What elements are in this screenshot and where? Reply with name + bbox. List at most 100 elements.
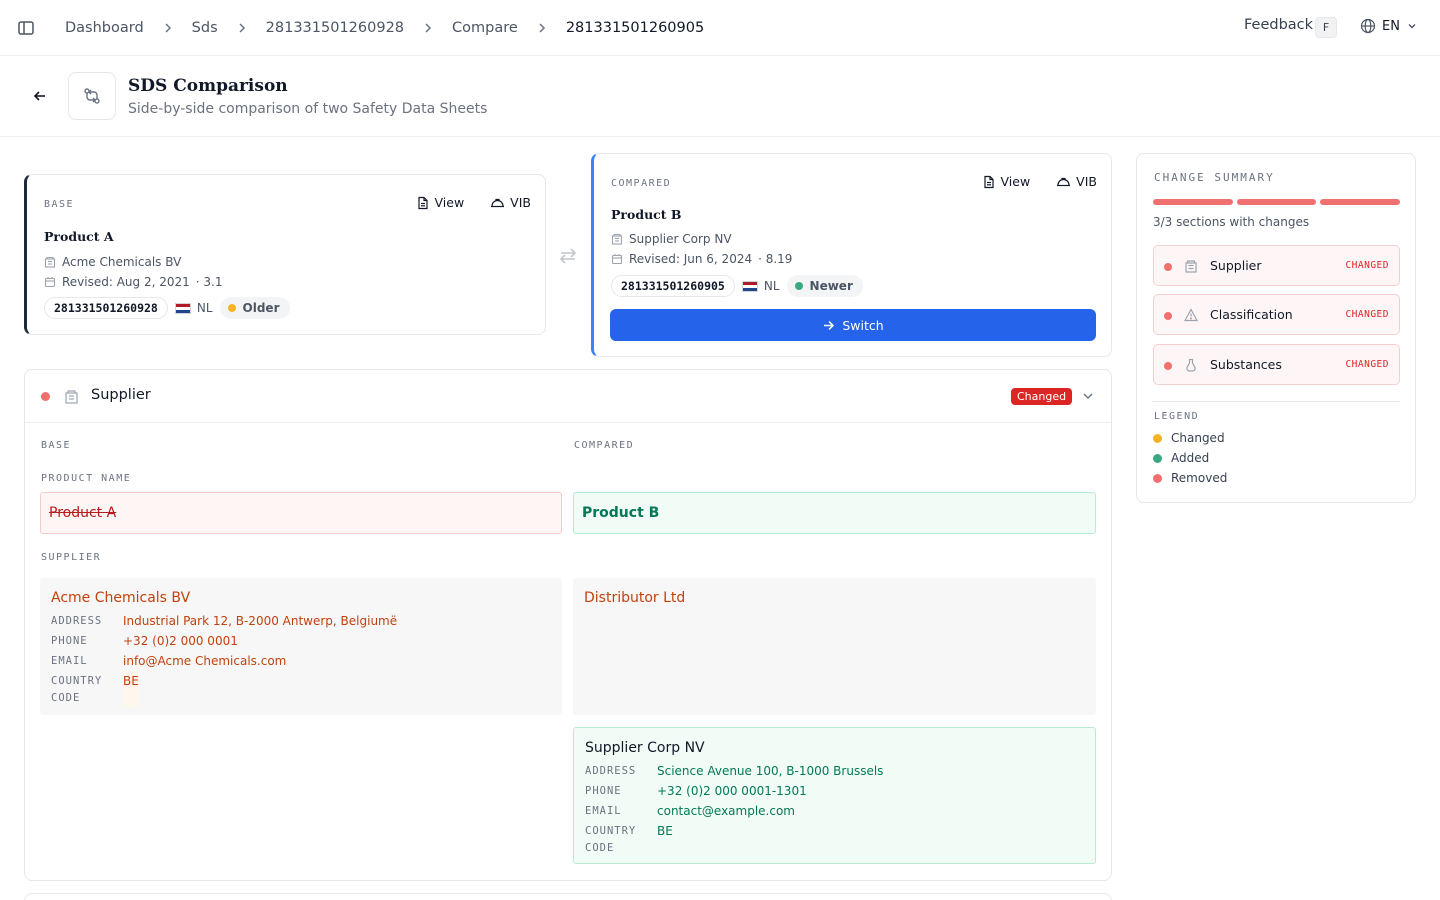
status-dot bbox=[227, 304, 236, 312]
compared-view-label: View bbox=[1000, 174, 1031, 189]
chevron-down-icon[interactable] bbox=[1081, 389, 1095, 403]
compared-supplier: Supplier Corp NV bbox=[629, 232, 732, 246]
building-icon bbox=[65, 390, 78, 404]
breadcrumb-compare[interactable]: Compare bbox=[452, 20, 518, 36]
globe-icon bbox=[1360, 18, 1376, 34]
page-subtitle: Side-by-side comparison of two Safety Da… bbox=[128, 101, 488, 117]
summary-item-badge: CHANGED bbox=[1345, 359, 1389, 370]
status-dot bbox=[794, 282, 803, 290]
base-label: BASE bbox=[44, 199, 75, 210]
base-sds-id: 281331501260928 bbox=[44, 297, 168, 319]
breadcrumb-sds[interactable]: Sds bbox=[192, 20, 218, 36]
compared-sds-id: 281331501260905 bbox=[611, 275, 735, 297]
breadcrumb-dashboard[interactable]: Dashboard bbox=[65, 20, 144, 36]
compared-column-label: COMPARED bbox=[574, 440, 635, 451]
nl-flag-icon bbox=[741, 280, 758, 292]
summary-bar-segment bbox=[1236, 199, 1317, 205]
country-code-key: COUNTRY CODE bbox=[585, 825, 637, 854]
base-version: · 3.1 bbox=[195, 275, 223, 289]
hard-hat-icon bbox=[1057, 177, 1071, 186]
summary-title: CHANGE SUMMARY bbox=[1154, 171, 1275, 184]
supplier-section-header[interactable]: Supplier Changed bbox=[25, 370, 1111, 423]
change-dot bbox=[1164, 362, 1172, 370]
arrow-right-icon bbox=[824, 320, 835, 330]
summary-bar-segment bbox=[1320, 199, 1401, 205]
supplier-email: contact@example.com bbox=[657, 804, 795, 818]
legend-item-added: Added bbox=[1153, 451, 1209, 465]
base-vib-label: VIB bbox=[510, 195, 531, 210]
summary-progress bbox=[1153, 199, 1401, 205]
legend-dot bbox=[1153, 433, 1162, 443]
hard-hat-icon bbox=[491, 198, 505, 207]
supplier-phone-row: PHONE +32 (0)2 000 0001 bbox=[51, 631, 551, 651]
chevron-down-icon bbox=[1408, 24, 1416, 29]
supplier-name: Distributor Ltd bbox=[584, 590, 686, 606]
summary-item-badge: CHANGED bbox=[1345, 260, 1389, 271]
compared-label: COMPARED bbox=[611, 178, 672, 189]
swap-arrows-icon[interactable] bbox=[558, 246, 578, 266]
supplier-phone-row: PHONE +32 (0)2 000 0001-1301 bbox=[585, 781, 1084, 801]
base-view-button[interactable]: View bbox=[416, 195, 465, 210]
summary-item-classification[interactable]: Classification CHANGED bbox=[1153, 294, 1400, 335]
legend-title: LEGEND bbox=[1154, 411, 1200, 422]
supplier-address: Science Avenue 100, B-1000 Brussels bbox=[657, 764, 884, 778]
summary-item-label: Supplier bbox=[1210, 258, 1262, 273]
base-revised-line: Revised: Aug 2, 2021 · 3.1 bbox=[44, 275, 223, 289]
supplier-name: Acme Chemicals BV bbox=[51, 590, 191, 606]
product-name-removed: Product A bbox=[40, 492, 562, 534]
compared-sds-card: COMPARED View VIB Product B Supplier Cor… bbox=[591, 153, 1112, 357]
base-sds-card: BASE View VIB Product A Acme Chemicals B… bbox=[24, 174, 546, 335]
compared-view-button[interactable]: View bbox=[982, 174, 1031, 189]
compared-version: · 8.19 bbox=[758, 252, 793, 266]
next-section-card bbox=[24, 893, 1112, 900]
switch-label: Switch bbox=[842, 317, 884, 333]
building-icon bbox=[44, 256, 56, 268]
calendar-icon bbox=[611, 254, 623, 265]
compared-status-label: Newer bbox=[809, 279, 853, 293]
compared-product-name: Product B bbox=[611, 207, 682, 222]
breadcrumb: Dashboard Sds 281331501260928 Compare 28… bbox=[65, 17, 704, 39]
feedback-button[interactable]: Feedback bbox=[1244, 17, 1313, 33]
back-arrow-icon[interactable] bbox=[31, 87, 49, 105]
product-name-label: PRODUCT NAME bbox=[41, 473, 132, 484]
base-revised: Revised: Aug 2, 2021 bbox=[62, 275, 190, 289]
legend-dot bbox=[1153, 453, 1162, 463]
summary-item-substances[interactable]: Substances CHANGED bbox=[1153, 344, 1400, 385]
base-supplier: Acme Chemicals BV bbox=[62, 255, 182, 269]
supplier-email-row: EMAIL contact@example.com bbox=[585, 801, 1084, 821]
supplier-country-row: COUNTRY CODE BE bbox=[51, 671, 551, 707]
supplier-address-row: ADDRESS Industrial Park 12, B-2000 Antwer… bbox=[51, 611, 551, 631]
switch-button[interactable]: Switch bbox=[610, 309, 1096, 341]
supplier-country-row: COUNTRY CODE BE bbox=[585, 821, 1084, 857]
warning-icon bbox=[1184, 308, 1198, 322]
change-summary-panel: CHANGE SUMMARY 3/3 sections with changes… bbox=[1136, 153, 1416, 503]
change-dot bbox=[1164, 312, 1172, 320]
compared-country-code: NL bbox=[763, 279, 780, 293]
breadcrumb-base-sds[interactable]: 281331501260928 bbox=[266, 20, 404, 36]
phone-key: PHONE bbox=[585, 785, 622, 797]
base-product-name: Product A bbox=[44, 229, 114, 244]
breadcrumb-current: 281331501260905 bbox=[565, 20, 705, 36]
chevron-right-icon bbox=[539, 23, 545, 33]
base-country: NL bbox=[174, 301, 213, 315]
document-icon bbox=[983, 175, 994, 188]
compared-country: NL bbox=[741, 279, 780, 293]
compared-supplier-line: Supplier Corp NV bbox=[611, 232, 732, 246]
compared-vib-button[interactable]: VIB bbox=[1056, 174, 1097, 189]
summary-item-supplier[interactable]: Supplier CHANGED bbox=[1153, 245, 1400, 286]
legend-label: Removed bbox=[1171, 471, 1228, 485]
supplier-phone: +32 (0)2 000 0001 bbox=[123, 634, 238, 648]
base-vib-button[interactable]: VIB bbox=[490, 195, 531, 210]
chevron-right-icon bbox=[239, 23, 245, 33]
supplier-name: Supplier Corp NV bbox=[585, 740, 705, 756]
change-dot bbox=[1164, 263, 1172, 271]
language-selector[interactable]: EN bbox=[1360, 18, 1418, 34]
sidebar-toggle-icon[interactable] bbox=[17, 19, 35, 37]
email-key: EMAIL bbox=[585, 805, 622, 817]
base-view-label: View bbox=[434, 195, 465, 210]
summary-count: 3/3 sections with changes bbox=[1153, 215, 1310, 229]
page-title: SDS Comparison bbox=[128, 76, 288, 96]
chevron-right-icon bbox=[165, 23, 171, 33]
summary-item-label: Classification bbox=[1210, 307, 1293, 322]
compared-vib-label: VIB bbox=[1076, 174, 1097, 189]
